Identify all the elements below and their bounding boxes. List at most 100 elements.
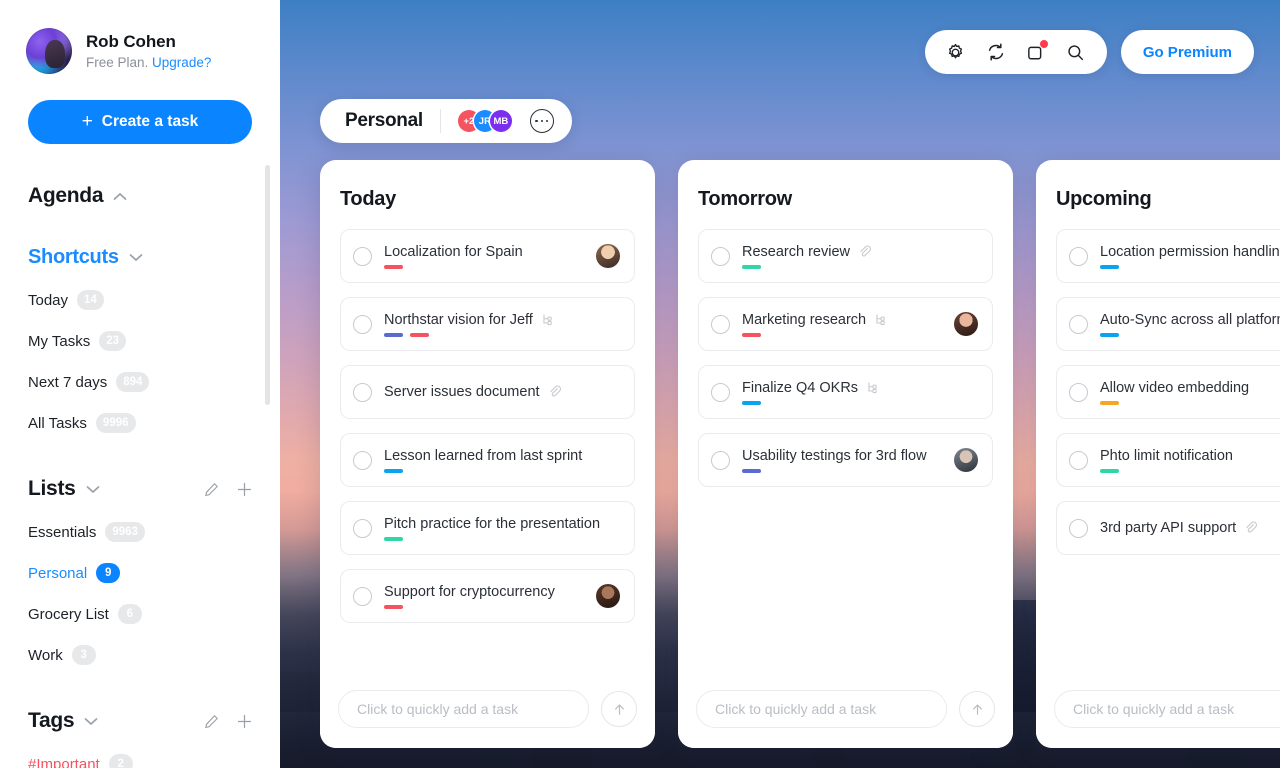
- task-checkbox[interactable]: [353, 518, 372, 538]
- divider: [439, 109, 441, 133]
- sidebar-item-today[interactable]: Today 14: [28, 290, 280, 310]
- task-card[interactable]: Finalize Q4 OKRs: [698, 365, 993, 419]
- lists-section-header[interactable]: Lists: [28, 477, 280, 501]
- edit-icon[interactable]: [204, 482, 219, 497]
- sidebar-item-label: All Tasks: [28, 414, 87, 432]
- main-area: Go Premium Personal +2 JR MB Today Local…: [280, 0, 1280, 768]
- task-checkbox[interactable]: [1069, 246, 1088, 266]
- sidebar-item-work[interactable]: Work 3: [28, 645, 280, 665]
- task-tags: [384, 536, 620, 541]
- profile-block[interactable]: Rob Cohen Free Plan. Upgrade?: [0, 0, 280, 74]
- task-card[interactable]: Allow video embedding: [1056, 365, 1280, 419]
- count-badge: 3: [71, 645, 96, 665]
- attachment-icon: [549, 385, 561, 397]
- task-checkbox[interactable]: [353, 314, 372, 334]
- add-icon[interactable]: [237, 714, 252, 729]
- sidebar-item-all-tasks[interactable]: All Tasks 9996: [28, 413, 280, 433]
- task-checkbox[interactable]: [711, 246, 730, 266]
- sidebar-item-personal[interactable]: Personal 9: [28, 563, 280, 583]
- sidebar-nav: Agenda Shortcuts Today 14 My Tasks 23 Ne…: [0, 184, 280, 768]
- sidebar-item-grocery-list[interactable]: Grocery List 6: [28, 604, 280, 624]
- task-card[interactable]: Auto-Sync across all platforms: [1056, 297, 1280, 351]
- agenda-title: Agenda: [28, 184, 104, 207]
- quick-add-input[interactable]: [338, 690, 589, 728]
- task-card[interactable]: Marketing research: [698, 297, 993, 351]
- task-checkbox[interactable]: [1069, 450, 1088, 470]
- task-tags: [742, 264, 978, 269]
- sidebar-item-my-tasks[interactable]: My Tasks 23: [28, 331, 280, 351]
- sidebar-item-important-tag[interactable]: #Important 2: [28, 754, 280, 768]
- gear-icon[interactable]: [939, 35, 973, 69]
- task-card[interactable]: Northstar vision for Jeff: [340, 297, 635, 351]
- plan-label: Free Plan.: [86, 55, 149, 70]
- sidebar-item-label: Today: [28, 291, 69, 309]
- quick-add-input[interactable]: [1054, 690, 1280, 728]
- column-upcoming: Upcoming Location permission handling Au…: [1036, 160, 1280, 748]
- upgrade-link[interactable]: Upgrade?: [152, 55, 211, 70]
- quick-add-input[interactable]: [696, 690, 947, 728]
- column-footer: [1036, 668, 1280, 748]
- task-card[interactable]: Pitch practice for the presentation: [340, 501, 635, 555]
- tags-section-header[interactable]: Tags: [28, 709, 280, 733]
- sidebar-item-label: Grocery List: [28, 605, 109, 623]
- sync-icon[interactable]: [979, 35, 1013, 69]
- submit-task-button[interactable]: [959, 691, 995, 727]
- create-task-button[interactable]: + Create a task: [28, 100, 252, 144]
- task-checkbox[interactable]: [1069, 314, 1088, 334]
- task-card[interactable]: Support for cryptocurrency: [340, 569, 635, 623]
- top-toolbar: Go Premium: [924, 30, 1254, 74]
- task-checkbox[interactable]: [711, 382, 730, 402]
- task-tags: [1100, 400, 1280, 405]
- create-task-label: Create a task: [101, 113, 199, 130]
- task-assignee-avatar[interactable]: [954, 312, 978, 336]
- edit-icon[interactable]: [204, 714, 219, 729]
- column-title: Tomorrow: [698, 188, 792, 210]
- task-checkbox[interactable]: [1069, 518, 1088, 538]
- chevron-down-icon[interactable]: [129, 253, 143, 262]
- member-avatar-stack[interactable]: +2 JR MB: [457, 110, 512, 132]
- sidebar-item-next-7-days[interactable]: Next 7 days 894: [28, 372, 280, 392]
- sidebar-scrollbar[interactable]: [265, 165, 270, 405]
- task-checkbox[interactable]: [353, 246, 372, 266]
- agenda-section-header[interactable]: Agenda: [28, 184, 280, 208]
- subtask-icon: [868, 381, 877, 393]
- board-header-pill: Personal +2 JR MB: [320, 99, 572, 143]
- submit-task-button[interactable]: [601, 691, 637, 727]
- task-assignee-avatar[interactable]: [596, 244, 620, 268]
- chevron-up-icon[interactable]: [113, 192, 127, 201]
- task-checkbox[interactable]: [711, 450, 730, 470]
- column-footer: [678, 668, 1013, 748]
- sidebar-item-essentials[interactable]: Essentials 9963: [28, 522, 280, 542]
- task-card[interactable]: Phto limit notification: [1056, 433, 1280, 487]
- more-options-icon[interactable]: [529, 109, 554, 133]
- shortcuts-section-header[interactable]: Shortcuts: [28, 246, 280, 269]
- task-card[interactable]: Research review: [698, 229, 993, 283]
- task-card[interactable]: Location permission handling: [1056, 229, 1280, 283]
- task-checkbox[interactable]: [1069, 382, 1088, 402]
- task-checkbox[interactable]: [353, 586, 372, 606]
- sidebar-item-label: Personal: [28, 564, 88, 582]
- profile-plan: Free Plan. Upgrade?: [86, 55, 211, 70]
- go-premium-button[interactable]: Go Premium: [1120, 30, 1254, 74]
- chevron-down-icon[interactable]: [86, 485, 100, 494]
- profile-name: Rob Cohen: [86, 32, 176, 51]
- search-icon[interactable]: [1059, 35, 1093, 69]
- task-checkbox[interactable]: [353, 450, 372, 470]
- task-card[interactable]: Lesson learned from last sprint: [340, 433, 635, 487]
- task-checkbox[interactable]: [353, 382, 372, 402]
- arrow-up-icon: [972, 703, 982, 715]
- plus-icon: +: [81, 110, 93, 132]
- task-card[interactable]: 3rd party API support: [1056, 501, 1280, 555]
- notifications-icon[interactable]: [1019, 35, 1053, 69]
- task-assignee-avatar[interactable]: [596, 584, 620, 608]
- add-icon[interactable]: [237, 482, 252, 497]
- task-assignee-avatar[interactable]: [954, 448, 978, 472]
- task-card[interactable]: Localization for Spain: [340, 229, 635, 283]
- task-title: 3rd party API support: [1100, 520, 1237, 536]
- column-tomorrow: Tomorrow Research review Marketing resea…: [678, 160, 1013, 748]
- chevron-down-icon[interactable]: [84, 717, 98, 726]
- member-avatar[interactable]: MB: [489, 110, 512, 132]
- task-card[interactable]: Server issues document: [340, 365, 635, 419]
- task-checkbox[interactable]: [711, 314, 730, 334]
- task-card[interactable]: Usability testings for 3rd flow: [698, 433, 993, 487]
